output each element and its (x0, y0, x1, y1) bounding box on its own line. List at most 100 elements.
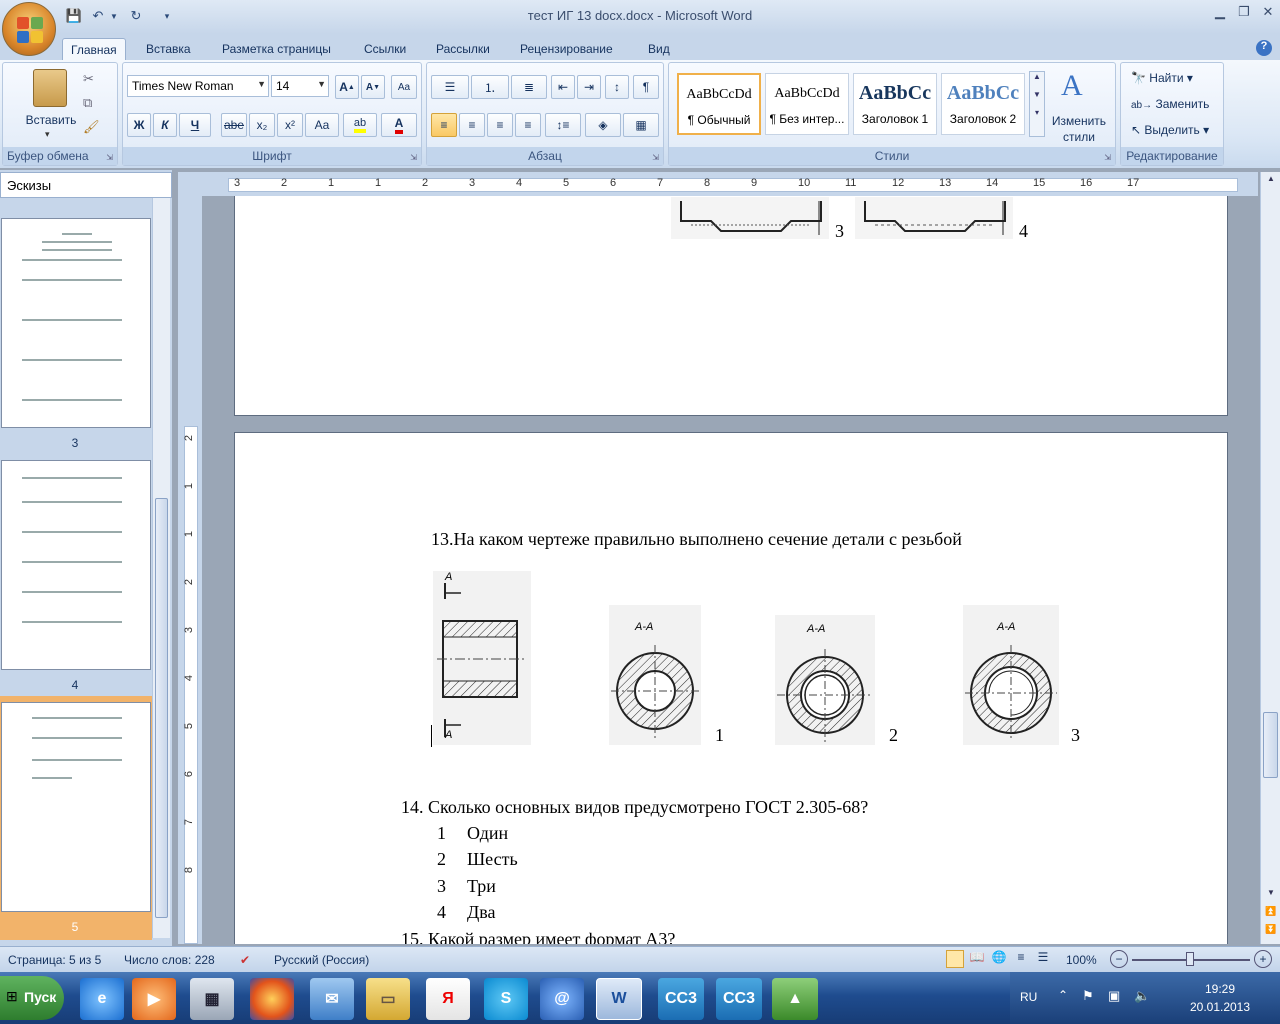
show-marks-button[interactable]: ¶ (633, 75, 659, 99)
copy-icon[interactable]: ⧉ (83, 95, 92, 111)
paste-icon[interactable] (33, 69, 67, 107)
decrease-indent-button[interactable]: ⇤ (551, 75, 575, 99)
tab-home[interactable]: Главная (62, 38, 126, 60)
change-styles-icon[interactable]: A (1061, 69, 1083, 103)
language-status[interactable]: Русский (Россия) (274, 953, 369, 967)
borders-button[interactable]: ▦ (623, 113, 659, 137)
scroll-thumb[interactable] (1263, 712, 1278, 778)
dialog-launcher-icon[interactable]: ⇲ (106, 153, 113, 162)
align-left-button[interactable]: ≡ (431, 113, 457, 137)
clock-time[interactable]: 19:29 (1180, 982, 1260, 996)
strikethrough-button[interactable]: abe (221, 113, 247, 137)
format-painter-icon[interactable]: 🖌 (83, 119, 100, 135)
web-layout-icon[interactable]: 🌐 (990, 950, 1008, 968)
find-button[interactable]: 🔭 Найти ▾ (1131, 71, 1193, 85)
horizontal-ruler[interactable]: 3 2 1 1 2 3 4 5 6 7 8 9 10 11 12 13 14 15 16 17 (178, 172, 1258, 196)
align-center-button[interactable]: ≡ (459, 113, 485, 137)
underline-button[interactable]: Ч (179, 113, 211, 137)
print-layout-icon[interactable] (946, 950, 964, 968)
dialog-launcher-icon[interactable]: ⇲ (652, 153, 659, 162)
mail-agent-icon[interactable]: @ (540, 978, 584, 1020)
font-family-select[interactable]: Times New Roman ▼ (127, 75, 269, 97)
scroll-down-icon[interactable]: ▼ (1264, 888, 1278, 902)
style-heading-2[interactable]: AaBbCc Заголовок 2 (941, 73, 1025, 135)
grow-font-button[interactable]: A ▲ (335, 75, 359, 99)
paste-dropdown-icon[interactable]: ▾ (45, 129, 50, 140)
zoom-slider-thumb[interactable] (1186, 952, 1194, 966)
dialog-launcher-icon[interactable]: ⇲ (410, 153, 417, 162)
folder-icon[interactable]: ▭ (366, 978, 410, 1020)
change-case-button[interactable]: Aa (305, 113, 339, 137)
clear-format-button[interactable]: Aa (391, 75, 417, 99)
vertical-ruler[interactable]: 2 1 1 2 3 4 5 6 7 8 (178, 196, 202, 944)
zoom-out-icon[interactable]: − (1110, 950, 1128, 968)
volume-icon[interactable]: 🔈 (1134, 988, 1150, 1004)
tab-insert[interactable]: Вставка (138, 38, 199, 60)
compass-taskbar-button-2[interactable]: CC3 (716, 978, 762, 1020)
tab-view[interactable]: Вид (640, 38, 678, 60)
increase-indent-button[interactable]: ⇥ (577, 75, 601, 99)
thumbnails-scrollbar[interactable] (152, 198, 170, 938)
multilevel-list-button[interactable]: ≣ (511, 75, 547, 99)
bold-button[interactable]: Ж (127, 113, 151, 137)
spellcheck-icon[interactable]: ✔ (240, 953, 250, 967)
document-area[interactable]: 3 4 13.На каком чертеже правильно выполн… (204, 196, 1260, 944)
page-thumbnail[interactable] (1, 218, 151, 428)
styles-scroll[interactable]: ▲ ▼ ▾ (1029, 71, 1045, 137)
zoom-in-icon[interactable]: + (1254, 950, 1272, 968)
paste-button[interactable]: Вставить (9, 113, 93, 127)
outline-icon[interactable]: ≡ (1012, 950, 1030, 968)
page-thumbnail-selected[interactable] (1, 702, 151, 912)
clock-date[interactable]: 20.01.2013 (1170, 1000, 1270, 1014)
word-count[interactable]: Число слов: 228 (124, 953, 215, 967)
style-heading-1[interactable]: AaBbCc Заголовок 1 (853, 73, 937, 135)
cut-icon[interactable]: ✂ (83, 71, 94, 87)
italic-button[interactable]: К (153, 113, 177, 137)
media-player-icon[interactable]: ▶ (132, 978, 176, 1020)
network-icon[interactable]: ▣ (1108, 988, 1120, 1004)
start-button[interactable]: ⊞ Пуск (0, 976, 64, 1020)
compass-taskbar-button-1[interactable]: CC3 (658, 978, 704, 1020)
restore-icon[interactable]: ❐ (1232, 4, 1256, 20)
yandex-icon[interactable]: Я (426, 978, 470, 1020)
sort-button[interactable]: ↕ (605, 75, 629, 99)
align-right-button[interactable]: ≡ (487, 113, 513, 137)
previous-page-icon[interactable]: ⏫ (1264, 906, 1278, 920)
line-spacing-button[interactable]: ↕≡ (545, 113, 581, 137)
shading-button[interactable]: ◈ (585, 113, 621, 137)
mail-icon[interactable]: ✉ (310, 978, 354, 1020)
highlight-button[interactable]: ab (343, 113, 377, 137)
scroll-thumb[interactable] (155, 498, 168, 918)
firefox-icon[interactable] (250, 978, 294, 1020)
shrink-font-button[interactable]: A ▼ (361, 75, 385, 99)
document-scrollbar[interactable]: ▲ ▼ ⏫ ⏬ (1260, 172, 1280, 944)
image-viewer-button[interactable]: ▲ (772, 978, 818, 1020)
tab-references[interactable]: Ссылки (356, 38, 414, 60)
dialog-launcher-icon[interactable]: ⇲ (1104, 153, 1111, 162)
style-normal[interactable]: AaBbCcDd ¶ Обычный (677, 73, 761, 135)
tab-page-layout[interactable]: Разметка страницы (214, 38, 339, 60)
style-no-spacing[interactable]: AaBbCcDd ¶ Без интер... (765, 73, 849, 135)
replace-button[interactable]: ab→ Заменить (1131, 97, 1209, 111)
font-size-select[interactable]: 14 ▼ (271, 75, 329, 97)
numbering-button[interactable]: ⒈ (471, 75, 509, 99)
justify-button[interactable]: ≡ (515, 113, 541, 137)
language-indicator[interactable]: RU (1020, 990, 1037, 1004)
office-button[interactable] (2, 2, 56, 56)
word-taskbar-button[interactable]: W (596, 978, 642, 1020)
draft-icon[interactable]: ☰ (1034, 950, 1052, 968)
skype-icon[interactable]: S (484, 978, 528, 1020)
page-count[interactable]: Страница: 5 из 5 (8, 953, 101, 967)
calculator-icon[interactable]: ▦ (190, 978, 234, 1020)
tab-mailings[interactable]: Рассылки (428, 38, 498, 60)
next-page-icon[interactable]: ⏬ (1264, 924, 1278, 938)
scroll-up-icon[interactable]: ▲ (1264, 174, 1278, 188)
tray-expand-icon[interactable]: ⌃ (1058, 988, 1068, 1002)
bullets-button[interactable]: ☰ (431, 75, 469, 99)
superscript-button[interactable]: x² (277, 113, 303, 137)
reading-layout-icon[interactable]: 📖 (968, 950, 986, 968)
flag-icon[interactable]: ⚑ (1082, 988, 1094, 1004)
tab-review[interactable]: Рецензирование (512, 38, 621, 60)
help-icon[interactable]: ? (1256, 40, 1272, 56)
close-icon[interactable]: ✕ (1256, 4, 1280, 20)
